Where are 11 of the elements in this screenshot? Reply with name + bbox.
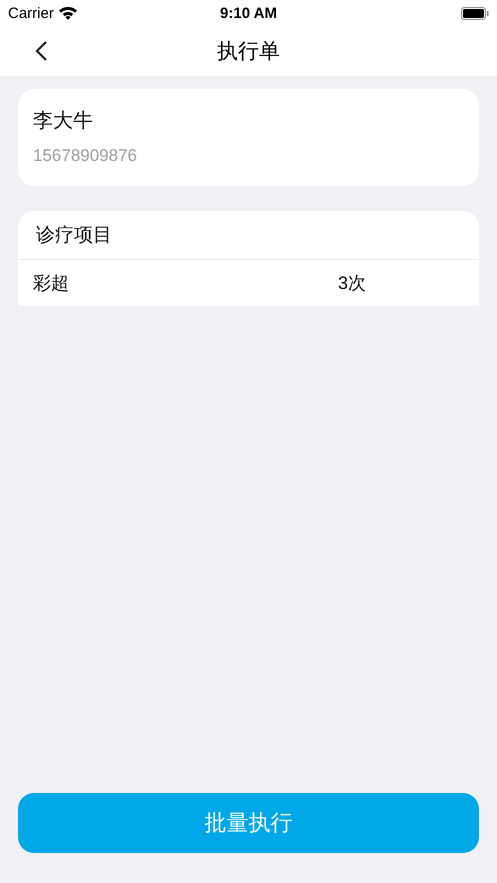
patient-name: 李大牛 <box>33 109 94 134</box>
item-count: 3次 <box>338 272 366 295</box>
battery-icon <box>461 6 489 20</box>
patient-phone: 15678909876 <box>33 146 138 166</box>
page-title: 执行单 <box>217 40 280 63</box>
wifi-icon <box>58 6 77 20</box>
carrier-name: Carrier <box>8 4 54 22</box>
status-time: 9:10 AM <box>220 4 277 22</box>
batch-execute-button[interactable]: 批量执行 <box>18 793 479 853</box>
item-name: 彩超 <box>33 272 70 295</box>
section-title: 诊疗项目 <box>36 224 112 248</box>
